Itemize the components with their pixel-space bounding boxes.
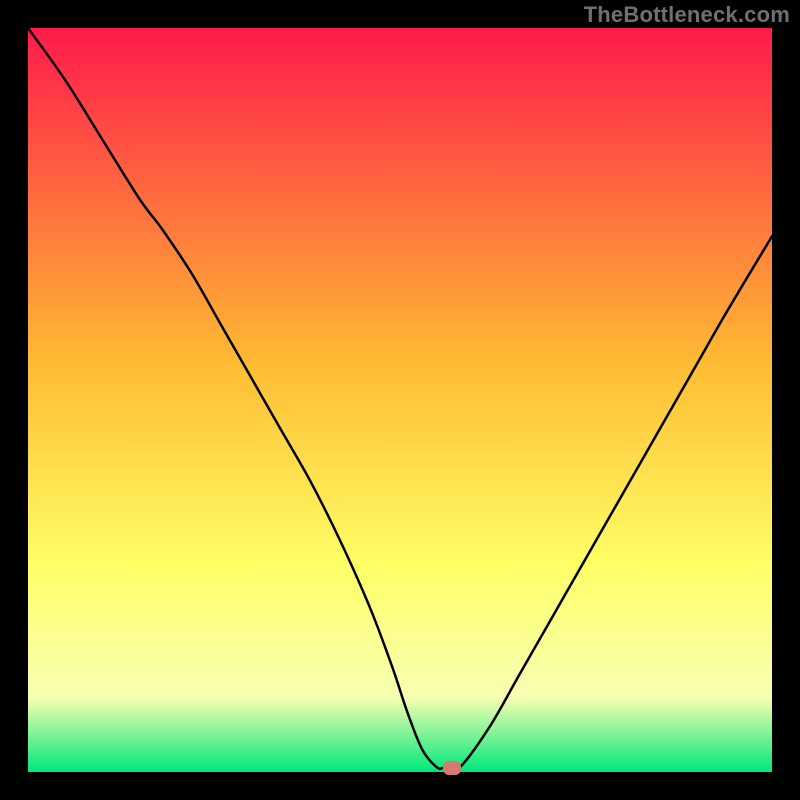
plot-area bbox=[28, 28, 772, 772]
chart-frame: TheBottleneck.com bbox=[0, 0, 800, 800]
watermark-text: TheBottleneck.com bbox=[584, 2, 790, 28]
chart-svg bbox=[28, 28, 772, 772]
gradient-background bbox=[28, 28, 772, 772]
optimum-marker bbox=[443, 761, 461, 775]
